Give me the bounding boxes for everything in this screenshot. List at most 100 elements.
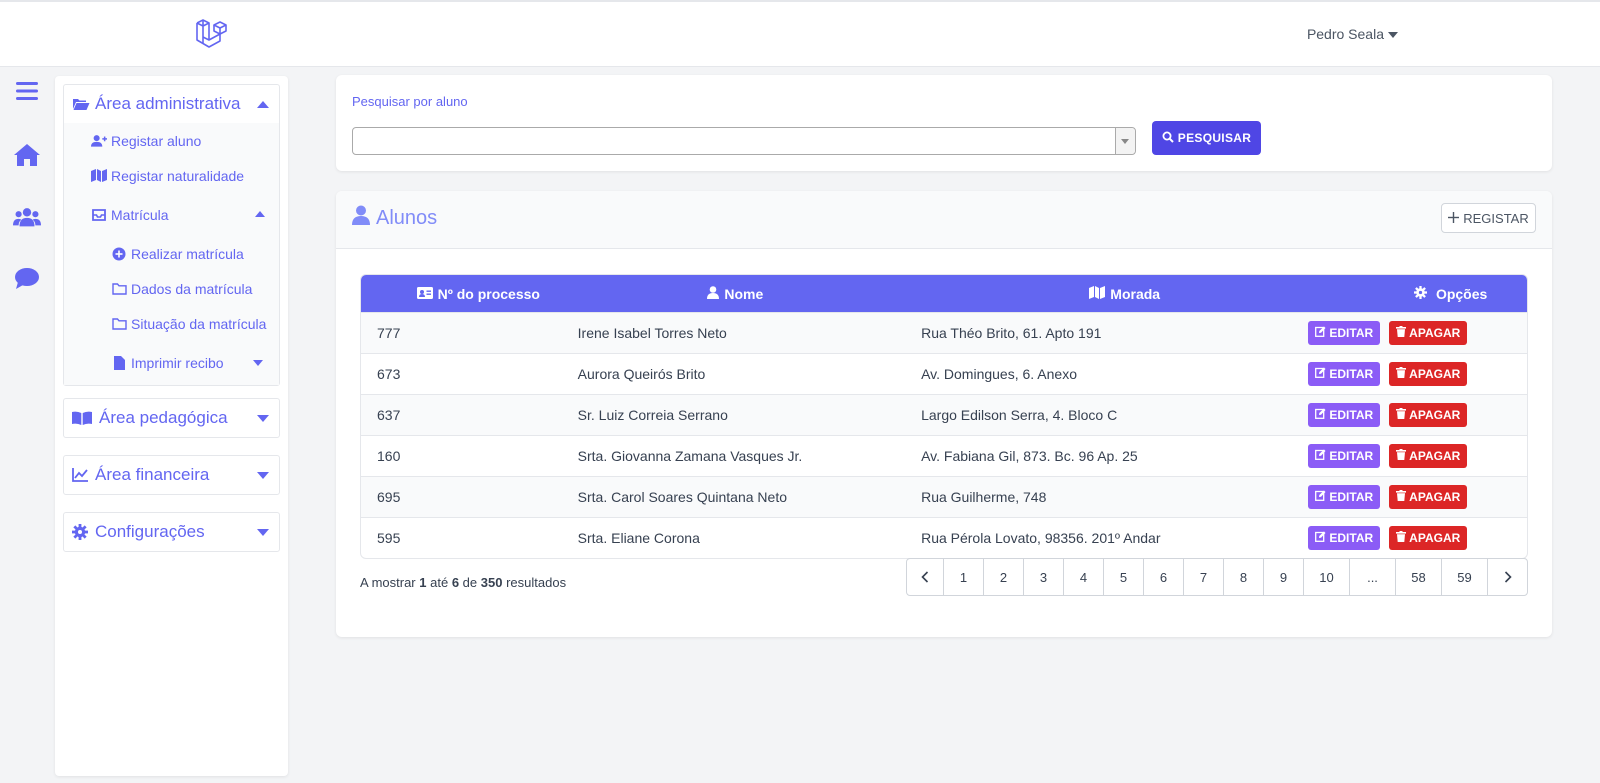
delete-button-label: APAGAR	[1409, 490, 1461, 504]
edit-icon	[1315, 326, 1326, 340]
chevron-right-icon	[1504, 571, 1512, 583]
id-card-icon	[416, 286, 433, 302]
cell-morada: Largo Edilson Serra, 4. Bloco C	[921, 407, 1118, 423]
trash-icon	[1396, 326, 1407, 340]
delete-button[interactable]: APAGAR	[1389, 444, 1468, 468]
register-button-label: REGISTAR	[1463, 210, 1529, 226]
edit-button[interactable]: EDITAR	[1308, 444, 1381, 468]
sidebar-item-registar-aluno[interactable]: Registar aluno	[64, 123, 279, 158]
sidebar-group-configuracoes[interactable]: Configurações	[63, 512, 280, 552]
page-button[interactable]: 2	[983, 559, 1023, 595]
students-card: Alunos REGISTAR Nº do processo Nome Mora…	[336, 191, 1552, 637]
edit-button[interactable]: EDITAR	[1308, 321, 1381, 345]
sidebar-item-situacao-matricula[interactable]: Situação da matrícula	[64, 306, 279, 341]
select-arrow-icon[interactable]	[1115, 128, 1135, 154]
page-button[interactable]: 1	[943, 559, 983, 595]
table-row: 673 Aurora Queirós Brito Av. Domingues, 6.…	[361, 353, 1527, 394]
plus-circle-icon	[111, 247, 127, 261]
edit-button[interactable]: EDITAR	[1308, 403, 1381, 427]
cell-nome: Srta. Carol Soares Quintana Neto	[577, 489, 788, 505]
prev-page-button[interactable]	[907, 559, 943, 595]
sidebar-item-matricula[interactable]: Matrícula	[64, 193, 279, 236]
home-icon[interactable]	[13, 141, 41, 169]
page-button[interactable]: 58	[1395, 559, 1441, 595]
students-title: Alunos	[352, 205, 437, 231]
page-button[interactable]: 3	[1023, 559, 1063, 595]
pagination-from: 1	[419, 575, 427, 590]
chevron-up-icon	[257, 101, 269, 108]
delete-button[interactable]: APAGAR	[1389, 403, 1468, 427]
table-header: Nº do processo Nome Morada Opções	[361, 275, 1527, 312]
delete-button[interactable]: APAGAR	[1389, 485, 1468, 509]
student-search-select[interactable]	[352, 127, 1136, 155]
delete-button-label: APAGAR	[1409, 326, 1461, 340]
sidebar-item-imprimir-recibo[interactable]: Imprimir recibo	[64, 341, 279, 385]
caret-down-icon	[1388, 32, 1398, 38]
trash-icon	[1396, 449, 1407, 463]
users-icon[interactable]	[13, 203, 41, 231]
page-button[interactable]: 5	[1103, 559, 1143, 595]
sidebar-group-configuracoes-header[interactable]: Configurações	[64, 513, 279, 551]
column-header-processo: Nº do processo	[361, 275, 596, 312]
user-menu[interactable]: Pedro Seala	[1307, 26, 1398, 42]
sidebar-group-financeira-header[interactable]: Área financeira	[64, 456, 279, 494]
delete-button[interactable]: APAGAR	[1389, 526, 1468, 550]
edit-button[interactable]: EDITAR	[1308, 485, 1381, 509]
menu-icon[interactable]	[13, 77, 41, 105]
trash-icon	[1396, 531, 1407, 545]
search-card: Pesquisar por aluno PESQUISAR	[336, 75, 1552, 171]
column-header-morada: Morada	[875, 275, 1374, 312]
cell-opcoes: EDITAR APAGAR	[1308, 444, 1527, 468]
top-navbar: Pedro Seala	[0, 0, 1600, 67]
cell-processo: 160	[377, 448, 401, 464]
sidebar-group-admin-header[interactable]: Área administrativa	[64, 85, 279, 123]
edit-button-label: EDITAR	[1329, 408, 1374, 422]
chevron-up-icon	[255, 211, 265, 217]
delete-button[interactable]: APAGAR	[1389, 362, 1468, 386]
search-button[interactable]: PESQUISAR	[1152, 121, 1261, 155]
page-button[interactable]: 4	[1063, 559, 1103, 595]
trash-icon	[1396, 367, 1407, 381]
cell-processo: 637	[377, 407, 401, 423]
sidebar-group-financeira[interactable]: Área financeira	[63, 455, 280, 495]
table-row: 160 Srta. Giovanna Zamana Vasques Jr. Av. …	[361, 435, 1527, 476]
sidebar-item-registar-naturalidade[interactable]: Registar naturalidade	[64, 158, 279, 193]
sidebar-group-pedagogica[interactable]: Área pedagógica	[63, 398, 280, 438]
cell-opcoes: EDITAR APAGAR	[1308, 485, 1527, 509]
user-name: Pedro Seala	[1306, 26, 1384, 42]
pagination-text: resultados	[506, 575, 567, 590]
edit-button[interactable]: EDITAR	[1308, 362, 1381, 386]
trash-icon	[1396, 490, 1407, 504]
pagination-total: 350	[480, 575, 503, 590]
chevron-down-icon	[257, 472, 269, 479]
sidebar-item-realizar-matricula[interactable]: Realizar matrícula	[64, 236, 279, 271]
sidebar-group-admin-label: Área administrativa	[95, 94, 241, 113]
delete-button[interactable]: APAGAR	[1389, 321, 1468, 345]
cell-opcoes: EDITAR APAGAR	[1308, 526, 1527, 550]
table-row: 777 Irene Isabel Torres Neto Rua Théo Brit…	[361, 312, 1527, 353]
page-button[interactable]: 10	[1303, 559, 1349, 595]
book-open-icon	[72, 410, 94, 426]
next-page-button[interactable]	[1487, 559, 1527, 595]
cell-processo: 777	[377, 325, 401, 341]
edit-button[interactable]: EDITAR	[1308, 526, 1381, 550]
cell-nome: Srta. Giovanna Zamana Vasques Jr.	[577, 448, 803, 464]
page-button[interactable]: 7	[1183, 559, 1223, 595]
edit-button-label: EDITAR	[1329, 449, 1374, 463]
cell-morada: Av. Domingues, 6. Anexo	[921, 366, 1077, 382]
map-icon	[91, 169, 107, 183]
chevron-down-icon	[257, 415, 269, 422]
cell-morada: Rua Théo Brito, 61. Apto 191	[921, 325, 1102, 341]
register-student-button[interactable]: REGISTAR	[1441, 203, 1536, 233]
cell-nome: Srta. Eliane Corona	[577, 530, 700, 546]
sidebar-item-dados-matricula[interactable]: Dados da matrícula	[64, 271, 279, 306]
page-button[interactable]: 6	[1143, 559, 1183, 595]
cell-opcoes: EDITAR APAGAR	[1308, 362, 1527, 386]
page-button[interactable]: 8	[1223, 559, 1263, 595]
page-button[interactable]: 59	[1441, 559, 1487, 595]
sidebar-group-pedagogica-header[interactable]: Área pedagógica	[64, 399, 279, 437]
page-button[interactable]: 9	[1263, 559, 1303, 595]
edit-icon	[1315, 531, 1326, 545]
chat-icon[interactable]	[13, 265, 41, 293]
laravel-logo-icon[interactable]	[194, 18, 228, 52]
